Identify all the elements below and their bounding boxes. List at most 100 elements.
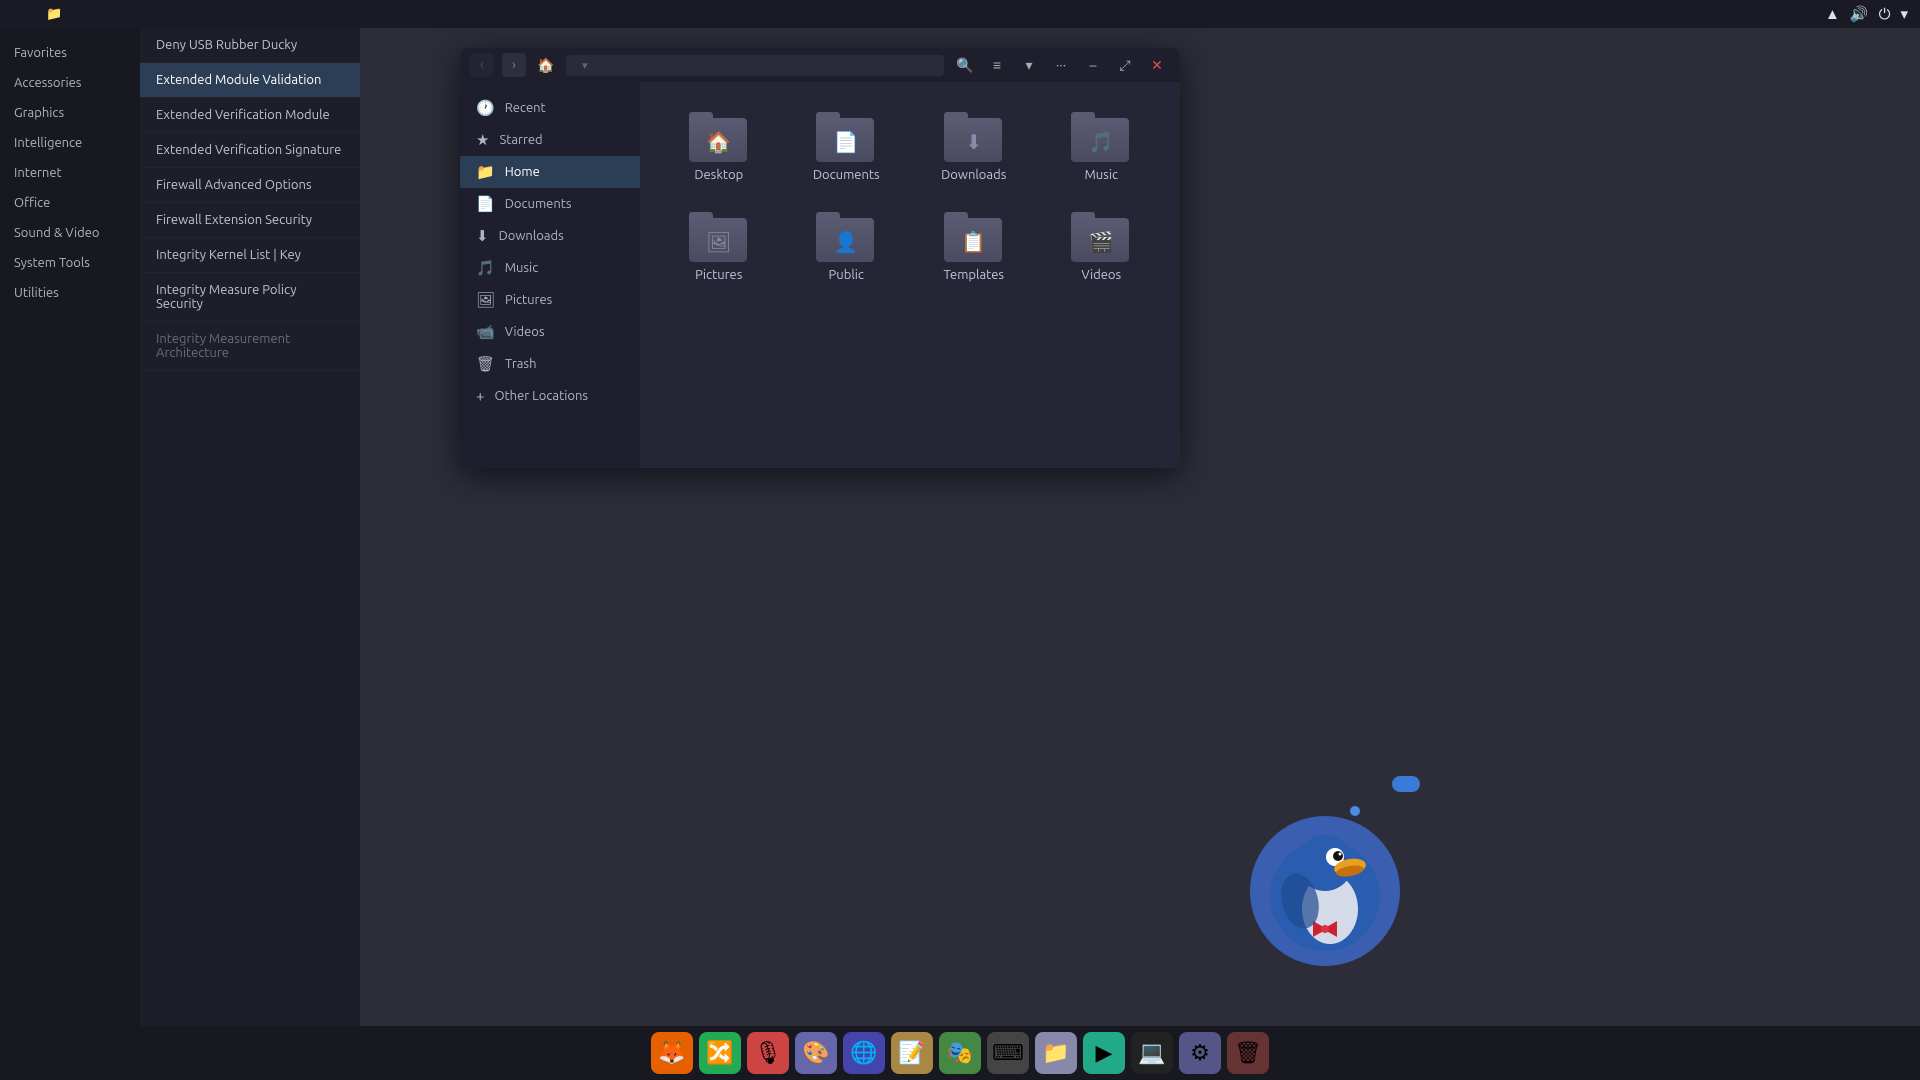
zzz-bubble	[1392, 776, 1420, 792]
taskbar-podcast[interactable]: 🎙	[747, 1032, 789, 1074]
taskbar-mask[interactable]: 🎭	[939, 1032, 981, 1074]
sound-icon[interactable]: 🔊	[1850, 5, 1869, 23]
chevron-down-icon[interactable]: ▾	[1900, 5, 1908, 23]
fm-sidebar-icon-documents: 📄	[476, 195, 495, 213]
app-item-integrity-kernel[interactable]: Integrity Kernel List | Key	[140, 238, 360, 273]
fm-home-button[interactable]: 🏠	[534, 53, 558, 77]
fm-sidebar-label-music: Music	[505, 261, 539, 275]
taskbar-delete[interactable]: 🗑	[1227, 1032, 1269, 1074]
fm-sidebar-label-recent: Recent	[505, 101, 546, 115]
fm-search-button[interactable]: 🔍	[952, 52, 978, 78]
fm-sidebar-icon-other-locations: +	[476, 387, 484, 404]
taskbar-system[interactable]: ⚙	[1179, 1032, 1221, 1074]
fm-titlebar: ‹ › 🏠 ▾ 🔍 ≡ ▾ ··· – ⤢ ✕	[460, 48, 1180, 82]
fm-sidebar-music[interactable]: 🎵Music	[460, 252, 640, 284]
fm-sidebar-icon-pictures: 🖼	[476, 291, 495, 309]
fm-sidebar-icon-home: 📁	[476, 163, 495, 181]
fm-folder-inner-icon-public: 👤	[834, 230, 859, 254]
app-item-firewall-adv[interactable]: Firewall Advanced Options	[140, 168, 360, 203]
taskbar-files[interactable]: 📁	[1035, 1032, 1077, 1074]
fm-sidebar-icon-recent: 🕐	[476, 99, 495, 117]
files-menu[interactable]: 📁	[46, 7, 64, 22]
category-system-tools[interactable]: System Tools	[0, 248, 140, 278]
power-icon[interactable]: ⏻	[1879, 5, 1891, 23]
category-graphics[interactable]: Graphics	[0, 98, 140, 128]
fm-sidebar: 🕐 Recent ★Starred 📁 Home 📄 Documents ⬇Downloads…	[460, 82, 640, 468]
fm-view-chevron[interactable]: ▾	[1016, 52, 1042, 78]
app-item-deny-usb[interactable]: Deny USB Rubber Ducky	[140, 28, 360, 63]
category-office[interactable]: Office	[0, 188, 140, 218]
fm-folder-label-downloads: Downloads	[941, 168, 1006, 182]
fm-path-chevron: ▾	[582, 59, 588, 72]
fm-sidebar-starred[interactable]: ★Starred	[460, 124, 640, 156]
fm-folder-inner-icon-templates: 📋	[961, 230, 986, 254]
taskbar-terminal-extra[interactable]: ⌨	[987, 1032, 1029, 1074]
app-items: Deny USB Rubber DuckyExtended Module Val…	[140, 28, 360, 1026]
category-sound-video[interactable]: Sound & Video	[0, 218, 140, 248]
fm-minimize-button[interactable]: –	[1080, 52, 1106, 78]
fm-restore-button[interactable]: ⤢	[1112, 52, 1138, 78]
fm-folder-inner-icon-documents: 📄	[834, 130, 859, 154]
fm-view-button[interactable]: ≡	[984, 52, 1010, 78]
fm-sidebar-videos[interactable]: 📹Videos	[460, 316, 640, 348]
category-favorites[interactable]: Favorites	[0, 38, 140, 68]
taskbar-browser2[interactable]: 🌐	[843, 1032, 885, 1074]
fm-sidebar-label-documents: Documents	[505, 197, 572, 211]
fm-folder-downloads[interactable]: ⬇Downloads	[915, 102, 1033, 192]
category-accessories[interactable]: Accessories	[0, 68, 140, 98]
fm-folder-label-documents: Documents	[813, 168, 880, 182]
applications-menu[interactable]	[28, 7, 30, 21]
fm-sidebar-home[interactable]: 📁 Home	[460, 156, 640, 188]
fm-back-button[interactable]: ‹	[470, 53, 494, 77]
taskbar-vpn[interactable]: 🔀	[699, 1032, 741, 1074]
fm-sidebar-icon-videos: 📹	[476, 323, 495, 341]
fm-sidebar-label-pictures: Pictures	[505, 293, 552, 307]
file-manager-window: ‹ › 🏠 ▾ 🔍 ≡ ▾ ··· – ⤢ ✕ 🕐Recent★Starred📁…	[460, 48, 1180, 468]
taskbar-paint[interactable]: 🎨	[795, 1032, 837, 1074]
fm-folder-music[interactable]: 🎵Music	[1043, 102, 1161, 192]
fm-folder-inner-icon-videos: 🎬	[1089, 230, 1114, 254]
app-item-ext-module-val[interactable]: Extended Module Validation	[140, 63, 360, 98]
fm-sidebar-label-other-locations: Other Locations	[494, 389, 588, 403]
fm-sidebar-other-locations[interactable]: + Other Locations	[460, 380, 640, 411]
app-item-firewall-ext-sec[interactable]: Firewall Extension Security	[140, 203, 360, 238]
fm-folder-pictures[interactable]: 🖼Pictures	[660, 202, 778, 292]
fm-more-button[interactable]: ···	[1048, 52, 1074, 78]
fm-forward-button[interactable]: ›	[502, 53, 526, 77]
fm-folder-desktop[interactable]: 🏠Desktop	[660, 102, 778, 192]
fm-sidebar-trash[interactable]: 🗑Trash	[460, 348, 640, 380]
fm-sidebar-documents[interactable]: 📄 Documents	[460, 188, 640, 220]
fm-folder-inner-icon-music: 🎵	[1089, 130, 1114, 154]
app-menu: FavoritesAccessoriesGraphicsIntelligence…	[0, 28, 360, 1026]
fm-close-button[interactable]: ✕	[1144, 52, 1170, 78]
wifi-icon[interactable]: ▲	[1825, 5, 1840, 23]
fm-sidebar-recent[interactable]: 🕐 Recent	[460, 92, 640, 124]
fm-folder-videos[interactable]: 🎬Videos	[1043, 202, 1161, 292]
fm-folder-label-desktop: Desktop	[694, 168, 743, 182]
fm-sidebar-downloads[interactable]: ⬇Downloads	[460, 220, 640, 252]
category-utilities[interactable]: Utilities	[0, 278, 140, 308]
fm-main: 🏠Desktop 📄 Documents ⬇Downloads🎵Music 🖼Pictu…	[640, 82, 1180, 468]
fm-sidebar-icon-trash: 🗑	[476, 355, 495, 373]
app-item-integrity-measure[interactable]: Integrity Measure Policy Security	[140, 273, 360, 322]
fm-sidebar-icon-downloads: ⬇	[476, 227, 489, 245]
duck-svg	[1255, 821, 1395, 961]
taskbar-terminal[interactable]: 💻	[1131, 1032, 1173, 1074]
category-internet[interactable]: Internet	[0, 158, 140, 188]
fm-sidebar-label-home: Home	[505, 165, 540, 179]
taskbar-firefox[interactable]: 🦊	[651, 1032, 693, 1074]
fm-folder-inner-icon-pictures: 🖼	[706, 230, 731, 254]
duck-body[interactable]	[1250, 816, 1400, 966]
fm-sidebar-pictures[interactable]: 🖼 Pictures	[460, 284, 640, 316]
app-item-ext-ver-sig[interactable]: Extended Verification Signature	[140, 133, 360, 168]
taskbar-notes[interactable]: 📝	[891, 1032, 933, 1074]
app-item-integrity-arch[interactable]: Integrity Measurement Architecture	[140, 322, 360, 371]
fm-folder-templates[interactable]: 📋Templates	[915, 202, 1033, 292]
fm-folder-documents[interactable]: 📄 Documents	[788, 102, 906, 192]
fm-folder-public[interactable]: 👤Public	[788, 202, 906, 292]
app-item-ext-ver-module[interactable]: Extended Verification Module	[140, 98, 360, 133]
taskbar-store[interactable]: ▶	[1083, 1032, 1125, 1074]
fm-path-bar[interactable]: ▾	[566, 55, 944, 76]
zzz-dot	[1350, 806, 1360, 816]
category-intelligence[interactable]: Intelligence	[0, 128, 140, 158]
